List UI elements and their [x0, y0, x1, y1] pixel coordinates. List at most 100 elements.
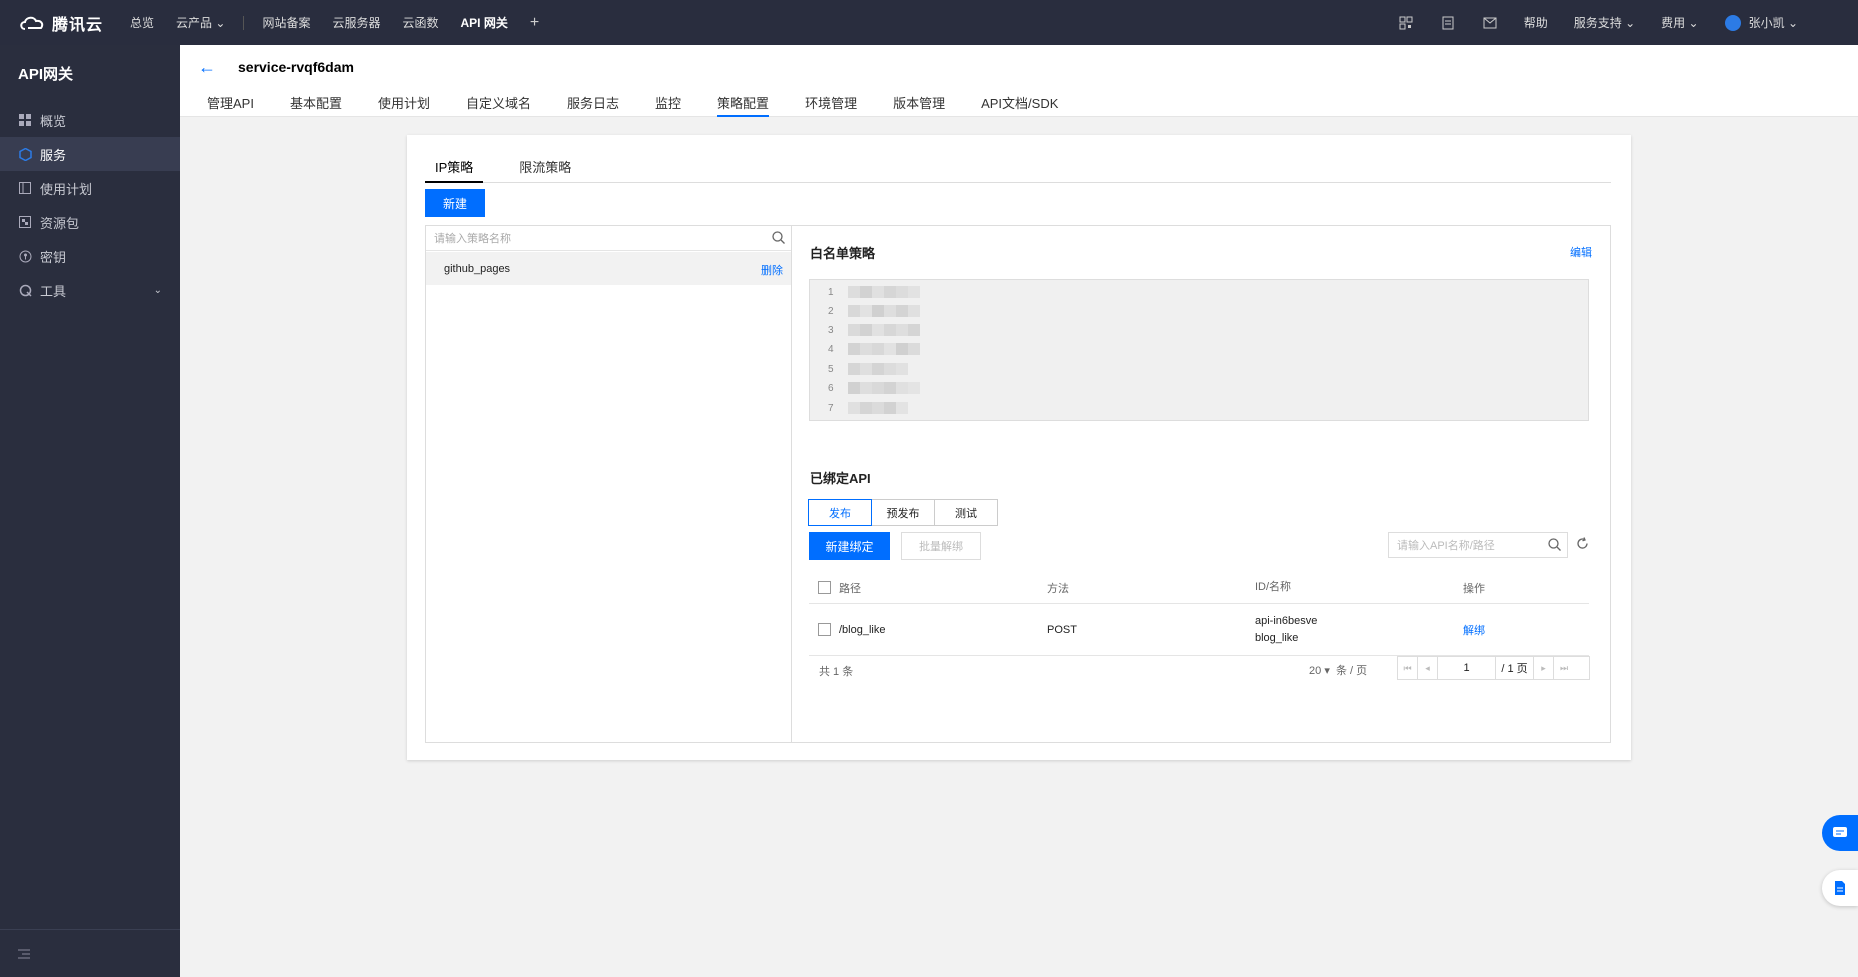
select-all-checkbox[interactable]: [818, 581, 831, 594]
sidebar-item-service[interactable]: 服务: [0, 137, 180, 171]
whitelist-title: 白名单策略: [810, 246, 876, 261]
support-label: 服务支持: [1573, 16, 1622, 30]
col-path-header: 路径: [839, 582, 861, 595]
caret-down-icon: ▾: [1324, 665, 1330, 677]
mail-icon[interactable]: [1482, 15, 1498, 31]
doc-float-icon[interactable]: [1822, 870, 1858, 906]
fee-menu[interactable]: 费用 ⌄: [1661, 14, 1698, 31]
list-item[interactable]: github_pages 删除: [426, 252, 791, 285]
api-search-input[interactable]: 请输入API名称/路径: [1388, 532, 1568, 558]
sidebar-item-tools[interactable]: 工具 ⌄: [0, 273, 180, 307]
new-binding-button[interactable]: 新建绑定: [809, 532, 890, 560]
tab-basic-config[interactable]: 基本配置: [290, 93, 342, 117]
ip-line: 7: [828, 401, 908, 415]
col-method-header: 方法: [1047, 582, 1069, 595]
sidebar-item-package[interactable]: 资源包: [0, 205, 180, 239]
bound-api-title: 已绑定API: [810, 471, 871, 486]
key-icon: [18, 249, 32, 263]
col-id-header: ID/名称: [1255, 581, 1292, 593]
cube-icon: [18, 147, 32, 161]
policy-list-pane: 请输入策略名称 github_pages 删除: [426, 226, 792, 742]
top-bar: 腾讯云 总览 云产品 ⌄ 网站备案 云服务器 云函数 API 网关 + 帮助 服…: [0, 0, 1858, 45]
fee-label: 费用: [1661, 16, 1686, 30]
tab-policy-config[interactable]: 策略配置: [717, 93, 770, 117]
logo-text: 腾讯云: [52, 16, 104, 34]
redacted-ip: [848, 402, 908, 414]
tab-manage-api[interactable]: 管理API: [207, 93, 254, 117]
user-menu[interactable]: 张小凯 ⌄: [1724, 14, 1798, 31]
qrcode-icon[interactable]: [1398, 15, 1414, 31]
delete-policy-link[interactable]: 删除: [761, 262, 783, 278]
tab-env-release[interactable]: 发布: [808, 499, 872, 526]
line-number: 3: [828, 324, 834, 336]
tab-monitor[interactable]: 监控: [655, 93, 681, 117]
tencent-cloud-logo[interactable]: 腾讯云: [0, 11, 120, 35]
prev-page-icon[interactable]: ◂: [1418, 657, 1438, 679]
chevron-down-icon: ⌄: [153, 284, 162, 296]
add-shortcut-icon[interactable]: +: [530, 14, 539, 32]
tab-rate-limit-policy[interactable]: 限流策略: [509, 157, 581, 183]
refresh-icon[interactable]: [1576, 537, 1589, 553]
ip-line: 6: [828, 381, 920, 395]
cloud-logo-icon: [20, 16, 44, 30]
tab-ip-policy[interactable]: IP策略: [425, 157, 484, 183]
batch-unbind-button[interactable]: 批量解绑: [901, 532, 981, 560]
tab-api-doc-sdk[interactable]: API文档/SDK: [981, 93, 1058, 117]
policy-detail-pane: 白名单策略 编辑 1 2 3 4 5 6 7 已绑定API 发布 预发布 测试 …: [792, 226, 1610, 742]
api-path: /blog_like: [839, 623, 886, 636]
nav-cvm[interactable]: 云服务器: [332, 14, 380, 31]
policy-split: 请输入策略名称 github_pages 删除 白名单策略 编辑 1 2 3 4…: [425, 225, 1611, 743]
table-row: /blog_like POST api-in6besve blog_like 解绑: [809, 604, 1589, 656]
package-icon: [18, 215, 32, 229]
unbind-link[interactable]: 解绑: [1463, 622, 1583, 638]
search-icon[interactable]: [772, 231, 785, 247]
next-page-icon[interactable]: ▸: [1534, 657, 1554, 679]
collapse-sidebar-icon[interactable]: [0, 929, 180, 977]
pagination: 共 1 条 20 ▾ 条 / 页 ⏮ ◂ 1 / 1 页 ▸ ⏭: [809, 656, 1590, 682]
search-placeholder: 请输入策略名称: [434, 233, 511, 245]
tab-service-log[interactable]: 服务日志: [567, 93, 619, 117]
edit-whitelist-link[interactable]: 编辑: [1570, 244, 1592, 260]
document-icon[interactable]: [1440, 15, 1456, 31]
tab-custom-domain[interactable]: 自定义域名: [466, 93, 531, 117]
new-policy-button[interactable]: 新建: [425, 189, 485, 217]
page-input[interactable]: 1: [1438, 657, 1496, 679]
sidebar-item-plan[interactable]: 使用计划: [0, 171, 180, 205]
policy-panel: IP策略 限流策略 新建 请输入策略名称 github_pages 删除 白名单…: [407, 135, 1631, 760]
tab-env-manage[interactable]: 环境管理: [805, 93, 857, 117]
sidebar-item-key[interactable]: 密钥: [0, 239, 180, 273]
sidebar: API网关 概览 服务 使用计划 资源包 密钥 工具 ⌄: [0, 45, 180, 977]
last-page-icon[interactable]: ⏭: [1554, 657, 1574, 679]
nav-scf[interactable]: 云函数: [402, 14, 438, 31]
sidebar-item-label: 工具: [40, 283, 67, 299]
back-arrow-icon[interactable]: ←: [198, 57, 216, 78]
tab-version-manage[interactable]: 版本管理: [893, 93, 945, 117]
nav-beian[interactable]: 网站备案: [262, 14, 310, 31]
policy-search-input[interactable]: 请输入策略名称: [426, 226, 791, 251]
redacted-ip: [848, 382, 920, 394]
avatar: [1724, 14, 1741, 31]
sidebar-item-overview[interactable]: 概览: [0, 103, 180, 137]
nav-overview[interactable]: 总览: [130, 14, 154, 31]
search-icon[interactable]: [1548, 538, 1561, 554]
first-page-icon[interactable]: ⏮: [1398, 657, 1418, 679]
page-size-select[interactable]: 20 ▾ 条 / 页: [1309, 662, 1367, 678]
line-number: 4: [828, 343, 834, 355]
env-tabs: 发布 预发布 测试: [808, 499, 998, 526]
page-title: service-rvqf6dam: [238, 59, 354, 75]
total-count: 共 1 条: [819, 666, 854, 678]
support-menu[interactable]: 服务支持 ⌄: [1574, 14, 1635, 31]
sidebar-title: API网关: [18, 66, 74, 83]
line-number: 5: [828, 363, 834, 375]
tab-usage-plan[interactable]: 使用计划: [378, 93, 430, 117]
nav-products[interactable]: 云产品 ⌄: [176, 14, 225, 31]
table-header: 路径 方法 ID/名称 操作: [809, 572, 1589, 604]
nav-apigateway[interactable]: API 网关: [460, 14, 507, 31]
tab-env-prepub[interactable]: 预发布: [871, 499, 935, 526]
row-checkbox[interactable]: [818, 623, 831, 636]
feedback-chat-icon[interactable]: [1822, 815, 1858, 851]
chevron-down-icon: ⌄: [1688, 16, 1699, 30]
tab-env-test[interactable]: 测试: [934, 499, 998, 526]
nav-products-label: 云产品: [176, 16, 213, 30]
help-link[interactable]: 帮助: [1524, 14, 1548, 31]
